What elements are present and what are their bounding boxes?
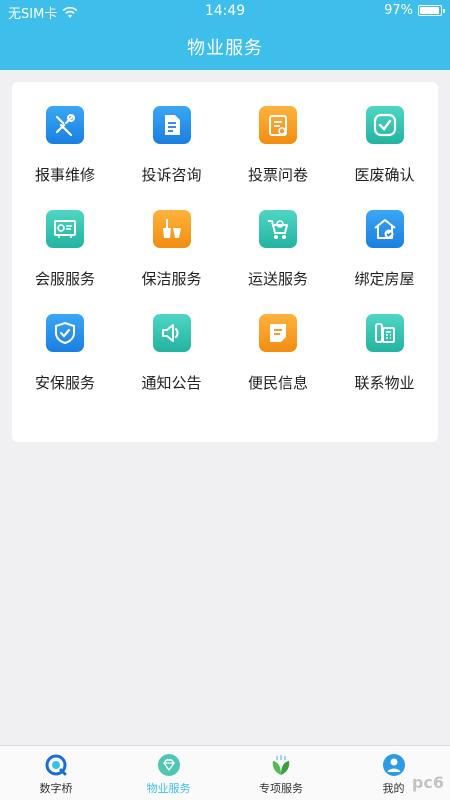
status-time: 14:49 (204, 3, 246, 19)
tab-1[interactable]: 物业服务 (113, 746, 225, 800)
service-label: 联系物业 (354, 374, 415, 392)
tab-bar: 数字桥 物业服务 专项服务 我的 (0, 745, 450, 800)
note-icon (259, 314, 297, 352)
document-edit-icon (152, 106, 191, 144)
service-broom-bucket[interactable]: 保洁服务 (119, 186, 225, 288)
service-label: 通知公告 (141, 374, 202, 392)
status-right: 97% (384, 3, 445, 18)
bridge-logo-icon (44, 753, 68, 777)
service-label: 安保服务 (34, 374, 95, 392)
speaker-icon (152, 314, 191, 352)
service-grid: 报事维修 投诉咨询 投票问卷 医废确认会服服务 保洁服务 运送服务 绑定房屋安保服务 通知公告… (12, 82, 438, 442)
service-label: 投票问卷 (247, 166, 308, 184)
tab-label: 专项服务 (259, 782, 303, 795)
service-note[interactable]: 便民信息 (225, 290, 331, 392)
tools-icon (46, 106, 84, 144)
service-label: 投诉咨询 (141, 166, 202, 184)
house-check-icon (365, 210, 404, 248)
service-label: 绑定房屋 (354, 270, 415, 288)
service-cart[interactable]: 运送服务 (225, 186, 331, 288)
app-header: 无SIM卡 14:49 97% 物业服务 (0, 0, 450, 70)
service-document-edit[interactable]: 投诉咨询 (119, 82, 225, 184)
service-monitor[interactable]: 会服服务 (12, 186, 118, 288)
battery-percent: 97% (384, 3, 413, 18)
tab-label: 数字桥 (39, 782, 73, 795)
service-speaker[interactable]: 通知公告 (119, 290, 225, 392)
page-title: 物业服务 (187, 38, 263, 59)
cart-icon (259, 210, 297, 248)
battery-level (420, 7, 440, 14)
tab-0[interactable]: 数字桥 (0, 746, 112, 800)
broom-bucket-icon (152, 210, 191, 248)
check-circle-icon (365, 106, 404, 144)
leaf-icon (269, 753, 293, 777)
service-house-check[interactable]: 绑定房屋 (332, 186, 438, 288)
tab-label: 物业服务 (146, 782, 191, 795)
shield-check-icon (46, 314, 84, 352)
phone-icon (365, 314, 404, 352)
service-label: 保洁服务 (141, 270, 202, 288)
status-bar: 无SIM卡 14:49 97% (0, 0, 450, 22)
diamond-icon (157, 753, 181, 777)
service-phone[interactable]: 联系物业 (332, 290, 438, 392)
service-label: 便民信息 (247, 374, 308, 392)
service-label: 运送服务 (247, 270, 308, 288)
service-checklist[interactable]: 投票问卷 (225, 82, 331, 184)
battery-icon (418, 5, 445, 16)
service-label: 报事维修 (34, 166, 95, 184)
service-tools[interactable]: 报事维修 (12, 82, 118, 184)
service-card: 报事维修 投诉咨询 投票问卷 医废确认会服服务 保洁服务 运送服务 绑定房屋安保服务 通知公告… (12, 82, 438, 442)
watermark: pc6 (411, 773, 444, 792)
service-shield-check[interactable]: 安保服务 (12, 290, 118, 392)
service-label: 会服服务 (34, 270, 95, 288)
user-icon (382, 753, 406, 777)
checklist-icon (259, 106, 297, 144)
monitor-icon (46, 210, 84, 248)
tab-2[interactable]: 专项服务 (225, 746, 337, 800)
service-check-circle[interactable]: 医废确认 (332, 82, 438, 184)
service-label: 医废确认 (354, 166, 415, 184)
